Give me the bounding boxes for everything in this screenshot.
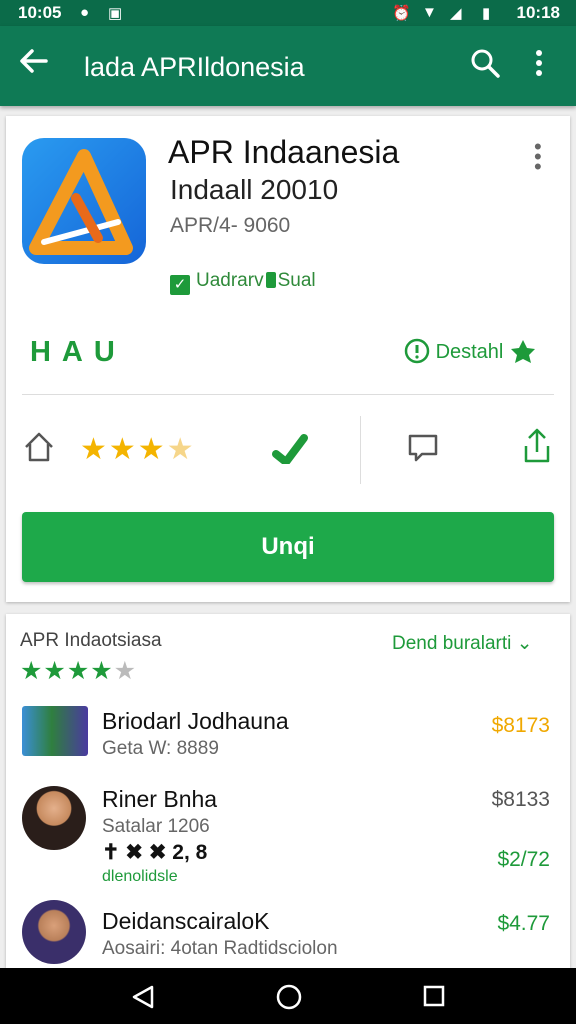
item-badges: ✝ ✖ ✖ 2, 8 [102, 841, 208, 864]
app-bar-title: lada APRIldonesia [84, 52, 305, 82]
item-sub: Geta W: 8889 [102, 738, 219, 759]
back-arrow-icon[interactable] [18, 46, 48, 82]
item-name: Briodarl Jodhauna [102, 708, 289, 734]
alarm-icon: ⏰ [392, 5, 411, 22]
reviews-link[interactable]: Dend buralarti ⌄ [392, 632, 533, 655]
install-button[interactable]: Unqi [22, 512, 554, 582]
vertical-divider [360, 416, 361, 484]
badge-suffix: Sual [277, 270, 316, 291]
home-icon[interactable] [22, 430, 56, 469]
card-more-options-icon[interactable]: • • • [534, 136, 542, 178]
chevron-down-icon: ⌄ [516, 633, 533, 654]
notification-icon: ● [80, 4, 90, 21]
navigation-bar [0, 968, 576, 1024]
more-options-icon[interactable] [533, 48, 545, 83]
back-nav-icon[interactable] [130, 984, 156, 1010]
app-logo-icon [22, 138, 146, 264]
app-version: APR/4- 9060 [170, 214, 291, 237]
search-icon[interactable] [470, 48, 500, 83]
details-label: Destahl [435, 341, 504, 363]
app-developer: Indaall 20010 [170, 174, 339, 205]
battery-icon: ▮ [482, 5, 491, 22]
wifi-icon: ▼ [422, 4, 437, 21]
item-sub: Satalar 1206 [102, 816, 210, 837]
share-icon[interactable] [522, 428, 552, 469]
reviews-card: APR Indaotsiasa Dend buralarti ⌄ ★★★★★ B… [6, 614, 570, 968]
tag-icon [265, 272, 276, 288]
home-nav-icon[interactable] [275, 983, 303, 1011]
item-price-alt: $2/72 [497, 848, 550, 871]
item-note: dlenolidsle [102, 868, 178, 885]
app-bar: lada APRIldonesia [0, 26, 576, 106]
app-detail-card: APR Indaanesia Indaall 20010 APR/4- 9060… [6, 116, 570, 602]
wishlist-icon [510, 340, 535, 363]
item-name: Riner Bnha [102, 786, 218, 812]
details-link[interactable]: Destahl [404, 338, 537, 364]
check-icon: ✓ [170, 275, 190, 295]
app-name: APR Indaanesia [168, 134, 400, 170]
avatar [22, 706, 88, 756]
app-rating-stars: ★★★★ [80, 433, 196, 466]
item-name: DeidanscairaloK [102, 908, 270, 934]
recents-nav-icon[interactable] [422, 984, 446, 1008]
badge-label: Uadrarv [196, 270, 264, 291]
verified-badge: ✓ Uadrarv Sual [170, 270, 316, 295]
reviews-link-label: Dend buralarti [392, 633, 512, 654]
reviews-title: APR Indaotsiasa [20, 630, 162, 651]
link-icon[interactable] [270, 430, 310, 469]
signal-icon: ◢ [450, 5, 462, 22]
item-price: $8133 [491, 788, 550, 811]
status-bar: 10:05 ● ▣ ⏰ ▼ ◢ ▮ 10:18 [0, 0, 576, 26]
divider [22, 394, 554, 395]
status-clock: 10:18 [516, 3, 560, 22]
status-time: 10:05 [18, 3, 62, 22]
info-icon [404, 338, 430, 364]
item-price: $4.77 [497, 912, 550, 935]
gallery-icon: ▣ [108, 5, 123, 22]
avatar [22, 786, 86, 850]
avatar [22, 900, 86, 964]
reviews-rating-stars: ★★★★★ [20, 657, 138, 685]
item-price: $8173 [491, 714, 550, 737]
item-sub: Aosairi: 4otan Radtidsciolon [102, 938, 338, 959]
content-rating-tag: H A U [30, 336, 117, 368]
message-icon[interactable] [406, 430, 440, 469]
